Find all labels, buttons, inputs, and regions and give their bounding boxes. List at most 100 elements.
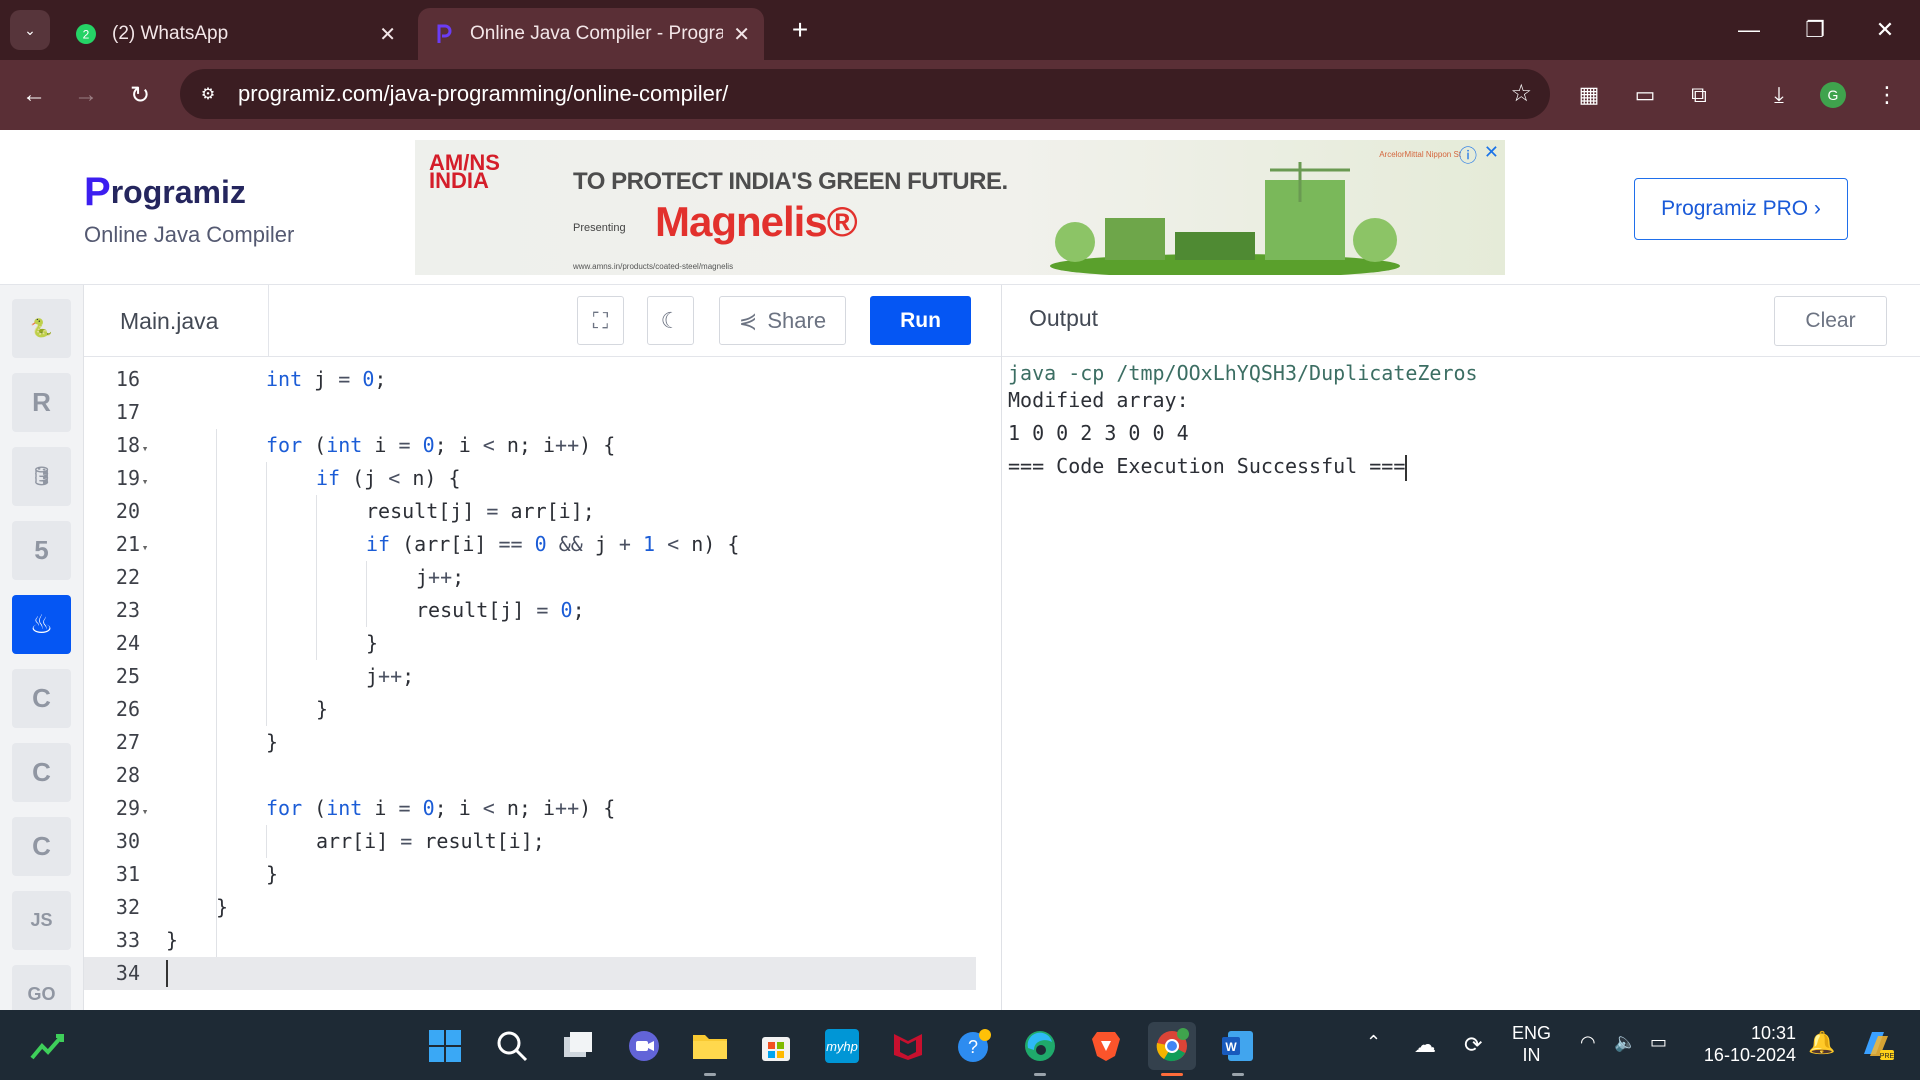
minimize-icon[interactable]: — bbox=[1726, 10, 1772, 50]
programiz-pro-button[interactable]: Programiz PRO › bbox=[1634, 178, 1848, 240]
mcafee-icon[interactable] bbox=[884, 1022, 932, 1070]
fold-arrow-icon[interactable]: ▾ bbox=[140, 465, 150, 498]
help-icon[interactable]: ? bbox=[950, 1022, 998, 1070]
task-view-icon[interactable] bbox=[554, 1022, 602, 1070]
fullscreen-icon[interactable]: ⛶ bbox=[577, 296, 624, 345]
extensions-puzzle-icon[interactable]: ⧉ bbox=[1682, 78, 1716, 112]
code-line[interactable]: 20 result[j] = arr[i]; bbox=[84, 495, 984, 528]
new-tab-button[interactable]: + bbox=[782, 12, 818, 48]
reload-icon[interactable]: ↻ bbox=[120, 75, 160, 115]
ad-info-icon[interactable]: ⓘ bbox=[1459, 142, 1477, 168]
python-icon[interactable]: 🐍 bbox=[12, 299, 71, 358]
notification-bell-icon[interactable]: 🔔 bbox=[1808, 1030, 1835, 1056]
fold-arrow-icon[interactable]: ▾ bbox=[140, 531, 150, 564]
code-line[interactable]: 17 bbox=[84, 396, 984, 429]
code-line[interactable]: 33} bbox=[84, 924, 984, 957]
tab-programiz[interactable]: Online Java Compiler - Programiz ✕ bbox=[418, 8, 764, 60]
tab-groups-icon[interactable]: ▭ bbox=[1628, 78, 1662, 112]
onedrive-icon[interactable]: ☁ bbox=[1414, 1032, 1436, 1058]
code-line[interactable]: 21 ▾ if (arr[i] == 0 && j + 1 < n) { bbox=[84, 528, 984, 561]
ad-presenting: Presenting bbox=[573, 222, 626, 234]
java-icon[interactable]: ♨ bbox=[12, 595, 71, 654]
code-line[interactable]: 29 ▾ for (int i = 0; i < n; i++) { bbox=[84, 792, 984, 825]
restore-icon[interactable]: ❐ bbox=[1792, 10, 1838, 50]
code-line[interactable]: 28 bbox=[84, 759, 984, 792]
ad-close-icon[interactable]: ✕ bbox=[1484, 142, 1499, 163]
tab-search-button[interactable]: ⌄ bbox=[10, 10, 50, 50]
operator-token: = bbox=[536, 598, 549, 622]
code-line[interactable]: 24} bbox=[84, 627, 984, 660]
clear-button[interactable]: Clear bbox=[1774, 296, 1887, 346]
close-tab-icon[interactable]: ✕ bbox=[733, 22, 750, 47]
chrome-icon[interactable] bbox=[1148, 1022, 1196, 1076]
html5-icon[interactable]: 5 bbox=[12, 521, 71, 580]
code-line[interactable]: 31} bbox=[84, 858, 984, 891]
code-line[interactable]: 19 ▾ if (j < n) { bbox=[84, 462, 984, 495]
file-tab[interactable]: Main.java bbox=[84, 285, 269, 357]
r-icon[interactable]: R bbox=[12, 373, 71, 432]
js-icon[interactable]: JS bbox=[12, 891, 71, 950]
share-button[interactable]: ⋞ Share bbox=[719, 296, 846, 345]
stocks-widget-icon[interactable] bbox=[24, 1022, 72, 1070]
code-line[interactable]: 30 arr[i] = result[i]; bbox=[84, 825, 984, 858]
output-title: Output bbox=[1029, 305, 1099, 331]
close-window-icon[interactable]: ✕ bbox=[1862, 10, 1908, 50]
input-language[interactable]: ENG IN bbox=[1512, 1022, 1551, 1066]
keyword-token: int bbox=[266, 367, 303, 391]
tray-overflow-icon[interactable]: ⌃ bbox=[1366, 1032, 1381, 1053]
copilot-icon[interactable]: PRE bbox=[1856, 1024, 1896, 1069]
forward-icon[interactable]: → bbox=[66, 75, 106, 115]
operator-token: ++ bbox=[555, 796, 580, 820]
site-settings-icon[interactable]: ⚙ bbox=[194, 80, 222, 108]
tab-whatsapp[interactable]: 2 (2) WhatsApp ✕ bbox=[60, 8, 410, 60]
bookmark-star-icon[interactable]: ☆ bbox=[1510, 79, 1532, 108]
volume-icon[interactable]: 🔈 bbox=[1614, 1032, 1636, 1053]
code-editor[interactable]: 16 int j = 0; 17 18 ▾ for (int i = 0; i < n; … bbox=[84, 357, 1002, 1010]
store-icon[interactable] bbox=[752, 1022, 800, 1070]
ad-headline: TO PROTECT INDIA'S GREEN FUTURE. bbox=[573, 168, 1008, 195]
fold-arrow-icon[interactable]: ▾ bbox=[140, 432, 150, 465]
brave-icon[interactable] bbox=[1082, 1022, 1130, 1070]
page-subtitle: Online Java Compiler bbox=[84, 222, 295, 247]
code-line[interactable]: 16 int j = 0; bbox=[84, 363, 984, 396]
fold-arrow-icon[interactable]: ▾ bbox=[140, 795, 150, 828]
programiz-logo[interactable]: Programiz bbox=[84, 170, 246, 215]
code-line[interactable]: 25 j++; bbox=[84, 660, 984, 693]
back-icon[interactable]: ← bbox=[14, 75, 54, 115]
clock[interactable]: 10:31 16-10-2024 bbox=[1700, 1022, 1796, 1066]
code-text: } bbox=[366, 631, 379, 655]
advertisement-banner[interactable]: AM/NS INDIA TO PROTECT INDIA'S GREEN FUT… bbox=[415, 140, 1505, 275]
code-line[interactable]: 27} bbox=[84, 726, 984, 759]
dark-mode-icon[interactable]: ☾ bbox=[647, 296, 694, 345]
output-console[interactable]: java -cp /tmp/OOxLhYQSH3/DuplicateZeros … bbox=[1002, 357, 1920, 1010]
wifi-icon[interactable]: ◠ bbox=[1580, 1032, 1596, 1053]
menu-kebab-icon[interactable]: ⋮ bbox=[1870, 78, 1904, 112]
edge-icon[interactable] bbox=[1016, 1022, 1064, 1076]
code-line[interactable]: 26} bbox=[84, 693, 984, 726]
myhp-icon[interactable]: myhp bbox=[818, 1022, 866, 1070]
download-icon[interactable]: ⤓ bbox=[1762, 78, 1796, 112]
start-icon[interactable] bbox=[421, 1022, 469, 1070]
code-line[interactable]: 32} bbox=[84, 891, 984, 924]
address-bar[interactable]: ⚙ programiz.com/java-programming/online-… bbox=[180, 69, 1550, 119]
sql-icon[interactable]: 🛢 bbox=[12, 447, 71, 506]
code-line[interactable]: 18 ▾ for (int i = 0; i < n; i++) { bbox=[84, 429, 984, 462]
file-explorer-icon[interactable] bbox=[686, 1022, 734, 1076]
line-number: 23 bbox=[115, 598, 140, 622]
cpp-icon[interactable]: C bbox=[12, 743, 71, 802]
csharp-icon[interactable]: C bbox=[12, 817, 71, 876]
search-icon[interactable] bbox=[488, 1022, 536, 1070]
battery-icon[interactable]: ▭ bbox=[1650, 1032, 1667, 1053]
run-button[interactable]: Run bbox=[870, 296, 971, 345]
code-line[interactable]: 22 j++; bbox=[84, 561, 984, 594]
close-tab-icon[interactable]: ✕ bbox=[379, 22, 396, 47]
profile-avatar[interactable]: G bbox=[1816, 78, 1850, 112]
sync-icon[interactable]: ⟳ bbox=[1464, 1032, 1482, 1058]
word-icon[interactable]: W bbox=[1214, 1022, 1262, 1076]
line-number: 19 bbox=[115, 466, 140, 490]
code-line[interactable]: 34 bbox=[84, 957, 984, 990]
code-line[interactable]: 23 result[j] = 0; bbox=[84, 594, 984, 627]
meet-icon[interactable] bbox=[620, 1022, 668, 1070]
c-icon[interactable]: C bbox=[12, 669, 71, 728]
extension-icon[interactable]: ▦ bbox=[1572, 78, 1606, 112]
